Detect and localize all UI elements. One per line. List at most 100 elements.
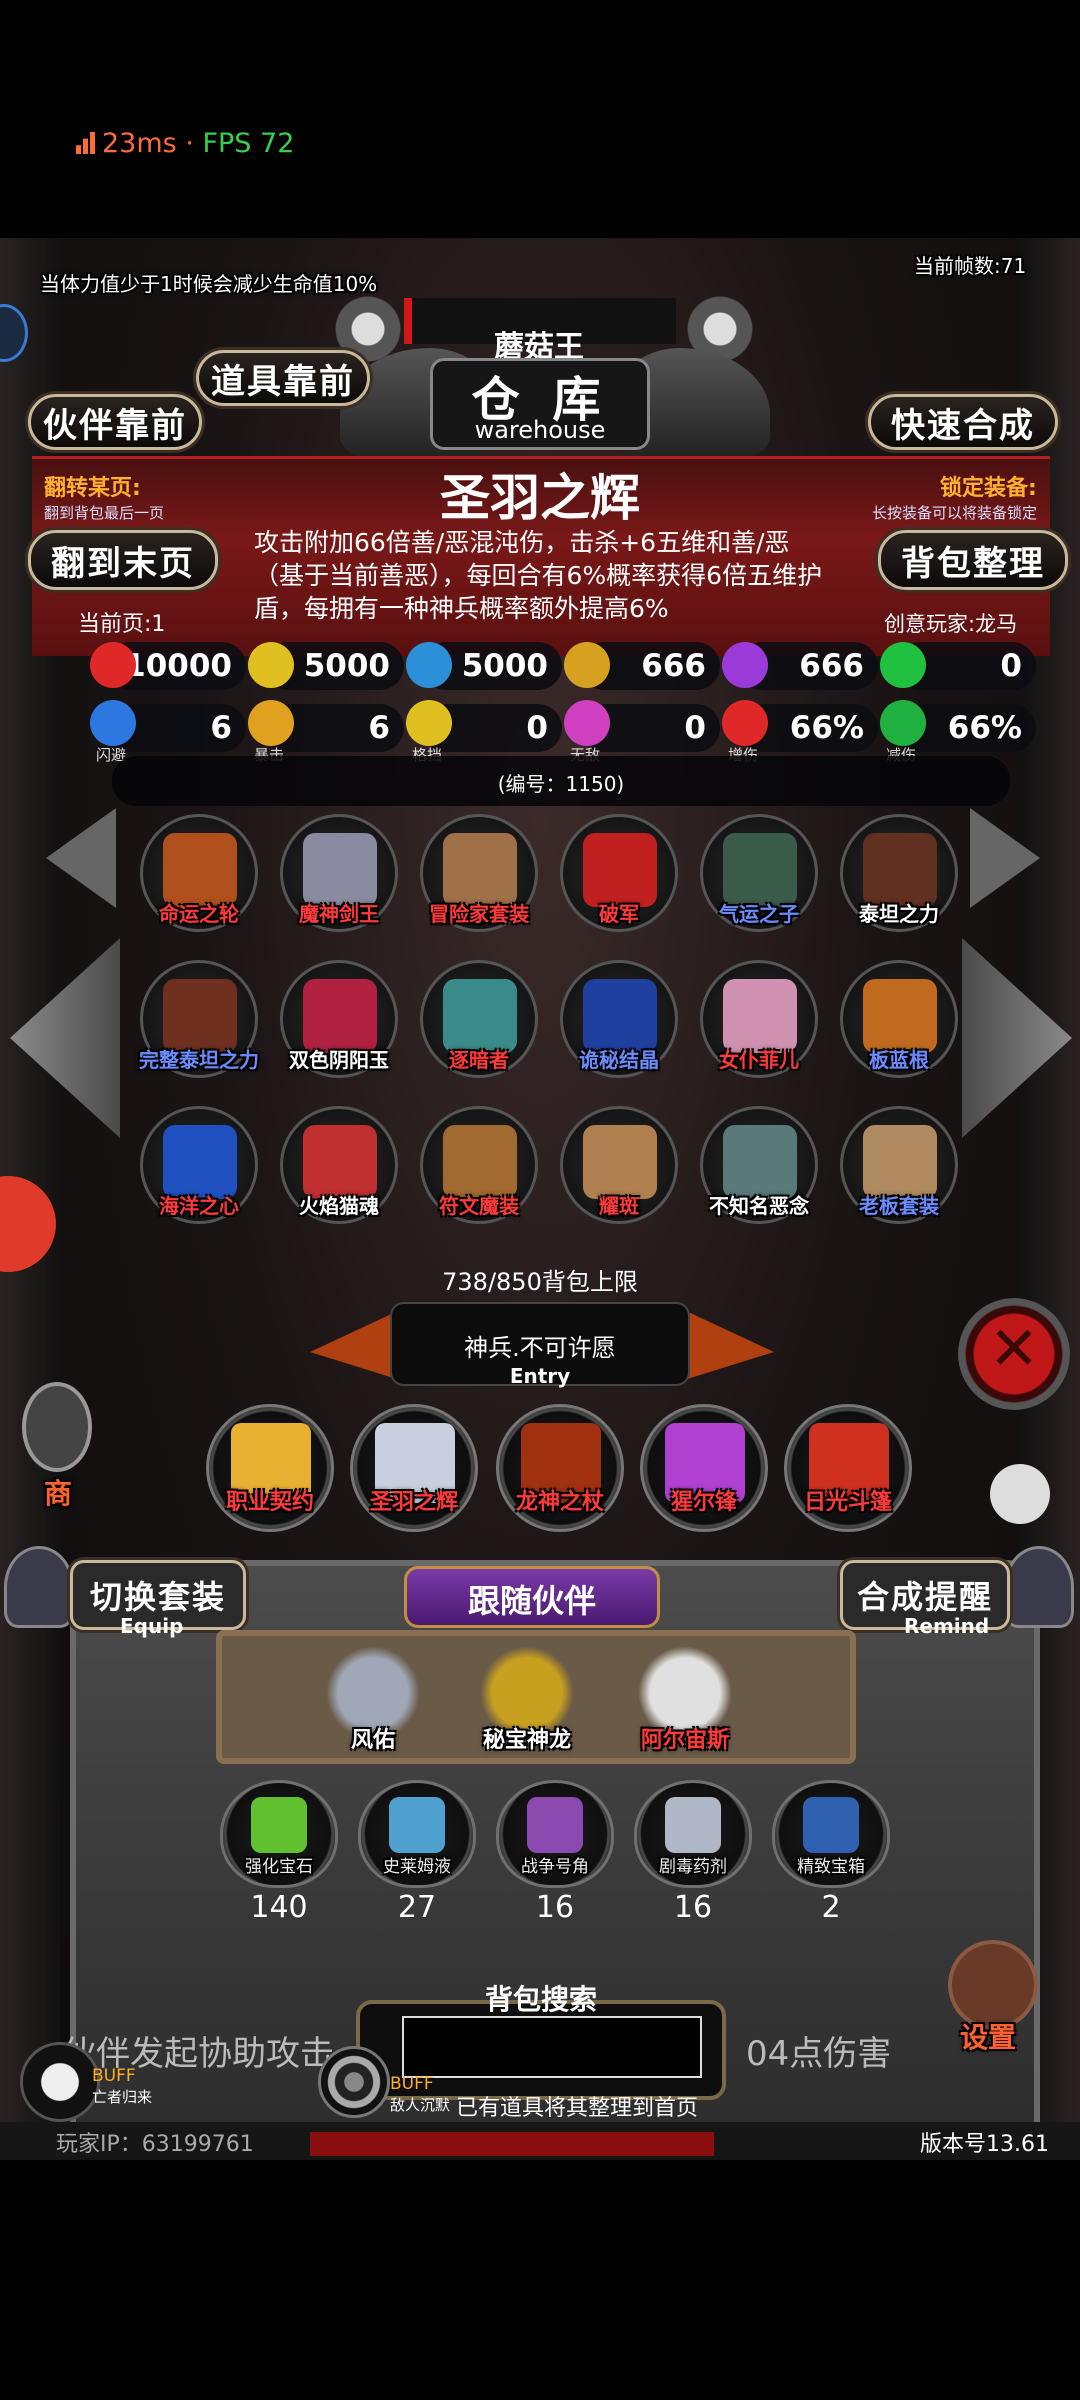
game-screen: 当体力值少于1时候会减少生命值10% 当前帧数:71 蘑菇王 仓 库 wareh… [0,238,1080,2160]
items-first-button[interactable]: 道具靠前 [196,350,370,406]
crit-icon [248,700,294,746]
inventory-item-label: 板蓝根 [869,1048,929,1072]
lock-hint-title: 锁定装备: [940,476,1037,501]
stat-value: 6 [368,710,390,746]
item-art-icon [863,833,937,907]
settings-label[interactable]: 设置 [960,2016,1016,2056]
inventory-item-label: 完整泰坦之力 [139,1048,259,1072]
item-art-icon [583,833,657,907]
dice-icon[interactable] [990,1464,1050,1524]
bag-sort-button[interactable]: 背包整理 [878,530,1068,590]
merge-remind-sub: Remind [904,1614,990,1638]
armor-icon [406,642,452,688]
vortex-buff-icon [318,2046,390,2118]
performance-readout: 23ms · FPS 72 [76,128,294,159]
equipped-slot-label: 日光斗篷 [803,1490,892,1515]
buff-left-sub: 亡者归来 [92,2088,153,2106]
damage-up-icon [722,700,768,746]
stat-value: 10000 [124,648,232,684]
search-input[interactable] [402,2016,702,2078]
fps-text: FPS 72 [202,128,295,159]
material-count: 2 [821,1890,841,1925]
helmet-right-icon [1004,1546,1074,1628]
stat-value: 666 [641,648,706,684]
version-number: 版本号13.61 [920,2132,1049,2157]
inventory-item-label: 气运之子 [719,902,799,926]
inventory-item-label: 符文魔装 [439,1194,519,1218]
equipped-slot-label: 龙神之杖 [515,1490,604,1515]
selected-item-description: 攻击附加66倍善/恶混沌伤，击杀+6五维和善/恶（基于当前善恶），每回合有6%概… [254,528,823,623]
inventory-item-label: 冒险家套装 [429,902,529,926]
stat-value: 0 [526,710,548,746]
lightning-icon [722,642,768,688]
material-art-icon [665,1797,721,1853]
flip-hint-sub: 翻到背包最后一页 [44,504,165,522]
stat-value: 66% [789,710,864,746]
item-art-icon [583,1125,657,1199]
buff-left-label: BUFF [92,2066,136,2086]
flip-hint-title: 翻转某页: [44,476,141,501]
frame-count: 当前帧数:71 [914,254,1027,278]
shop-icon[interactable] [22,1382,92,1472]
material-label: 强化宝石 [245,1857,313,1877]
inventory-item-label: 女仆菲儿 [719,1048,799,1072]
selected-item-name: 圣羽之辉 [440,469,640,527]
inventory-item-label: 魔神剑王 [299,902,379,926]
material-count: 16 [673,1890,713,1925]
material-art-icon [251,1797,307,1853]
heart-icon [90,642,136,688]
search-label: 背包搜索 [484,1983,597,2016]
stat-value: 5000 [461,648,548,684]
clover-icon [880,642,926,688]
inventory-item-label: 逐暗者 [449,1048,509,1072]
switch-loadout-label: 切换套装 [89,1578,226,1616]
close-icon[interactable]: ✕ [958,1314,1070,1384]
item-art-icon [583,979,657,1053]
material-art-icon [527,1797,583,1853]
inventory-item-label: 命运之轮 [159,902,239,926]
dodge-icon [90,700,136,746]
entry-title: 神兵.不可许愿 [464,1334,616,1362]
stat-value: 66% [947,710,1022,746]
lock-hint-sub: 长按装备可以将装备锁定 [872,504,1038,522]
material-count: 27 [397,1890,437,1925]
entry-wing-left-icon [310,1310,400,1380]
bag-limit: 738/850背包上限 [442,1268,638,1296]
inventory-item-label: 火焰猫魂 [299,1194,379,1218]
quick-merge-button[interactable]: 快速合成 [868,394,1058,450]
item-art-icon [303,1125,377,1199]
switch-loadout-sub: Equip [120,1614,184,1638]
stat-value: 6 [210,710,232,746]
entry-subtitle: Entry [509,1364,571,1388]
inventory-item-label: 泰坦之力 [859,902,939,926]
follow-partner-title: 跟随伙伴 [467,1582,596,1620]
buff-mid-sub: 敌人沉默 [390,2096,451,2114]
material-label: 史莱姆液 [383,1857,451,1877]
last-page-button[interactable]: 翻到末页 [28,530,218,590]
stat-value: 0 [1000,648,1022,684]
material-count: 16 [535,1890,575,1925]
item-art-icon [303,979,377,1053]
material-label: 剧毒药剂 [659,1857,727,1877]
item-art-icon [443,979,517,1053]
inventory-item-label: 双色阴阳玉 [289,1048,389,1072]
item-art-icon [863,979,937,1053]
footer-red-segment [310,2132,714,2156]
sword-icon [564,642,610,688]
inventory-item-label: 耀斑 [599,1194,639,1218]
entry-wing-right-icon [684,1310,774,1380]
item-art-icon [163,833,237,907]
item-art-icon [863,1125,937,1199]
inventory-item-label: 不知名恶念 [709,1194,809,1218]
block-icon [406,700,452,746]
partner-first-button[interactable]: 伙伴靠前 [28,394,202,450]
shop-label[interactable]: 商 [44,1472,72,1512]
current-page: 当前页:1 [78,612,166,637]
creator-credit: 创意玩家:龙马 [884,612,1018,636]
sort-message: 已有道具将其整理到首页 [456,2096,699,2121]
buff-mid-label: BUFF [390,2074,434,2094]
inventory-item-label: 破军 [599,902,639,926]
material-art-icon [803,1797,859,1853]
material-count: 140 [250,1890,308,1925]
bottom-bar [0,2160,1080,2400]
